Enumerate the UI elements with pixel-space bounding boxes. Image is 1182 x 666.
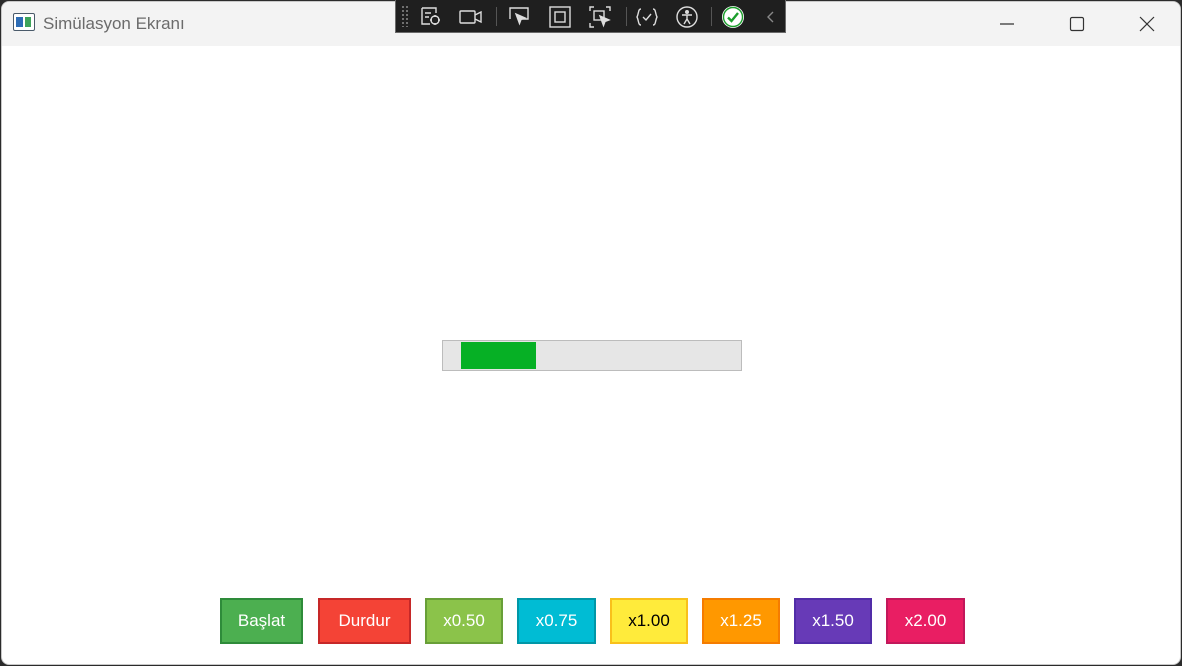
binding-status-button[interactable] bbox=[720, 4, 746, 30]
minimize-button[interactable] bbox=[972, 2, 1042, 46]
hot-reload-button[interactable] bbox=[634, 4, 660, 30]
accessibility-icon bbox=[676, 6, 698, 28]
display-layout-adorners-icon bbox=[549, 6, 571, 28]
speed-x2.00-button[interactable]: x2.00 bbox=[886, 598, 965, 644]
select-element-icon bbox=[509, 7, 529, 26]
close-icon bbox=[1139, 16, 1155, 32]
minimize-icon bbox=[1000, 23, 1014, 25]
stop-button[interactable]: Durdur bbox=[318, 598, 411, 644]
accessibility-button[interactable] bbox=[674, 4, 700, 30]
record-button[interactable] bbox=[458, 4, 484, 30]
start-button[interactable]: Başlat bbox=[220, 598, 303, 644]
xaml-debug-toolbar bbox=[395, 0, 786, 33]
maximize-button[interactable] bbox=[1042, 2, 1112, 46]
checkmark-icon bbox=[722, 6, 744, 28]
collapse-chevron-icon bbox=[767, 11, 774, 23]
collapse-toolbar-button[interactable] bbox=[758, 4, 784, 30]
speed-x0.75-button[interactable]: x0.75 bbox=[517, 598, 596, 644]
progress-bar bbox=[442, 340, 742, 371]
toolbar-grip[interactable] bbox=[401, 5, 409, 27]
speed-x1.25-button[interactable]: x1.25 bbox=[702, 598, 780, 644]
select-element-button[interactable] bbox=[506, 4, 532, 30]
speed-x1.50-button[interactable]: x1.50 bbox=[794, 598, 872, 644]
maximize-icon bbox=[1069, 16, 1085, 32]
track-focus-icon bbox=[589, 6, 611, 28]
window-title: Simülasyon Ekranı bbox=[43, 14, 185, 33]
live-visual-tree-icon bbox=[421, 7, 440, 25]
close-button[interactable] bbox=[1112, 2, 1180, 46]
speed-x1.00-button[interactable]: x1.00 bbox=[610, 598, 688, 644]
app-icon bbox=[13, 13, 35, 31]
app-window: Simülasyon Ekranı Başlat Durdur x0.50 x0… bbox=[1, 1, 1181, 665]
progress-indicator bbox=[461, 342, 536, 369]
track-focus-button[interactable] bbox=[587, 4, 613, 30]
speed-x0.50-button[interactable]: x0.50 bbox=[425, 598, 503, 644]
camera-icon bbox=[459, 10, 482, 24]
live-visual-tree-button[interactable] bbox=[418, 4, 444, 30]
layout-adorners-button[interactable] bbox=[547, 4, 573, 30]
hot-reload-icon bbox=[636, 8, 658, 26]
